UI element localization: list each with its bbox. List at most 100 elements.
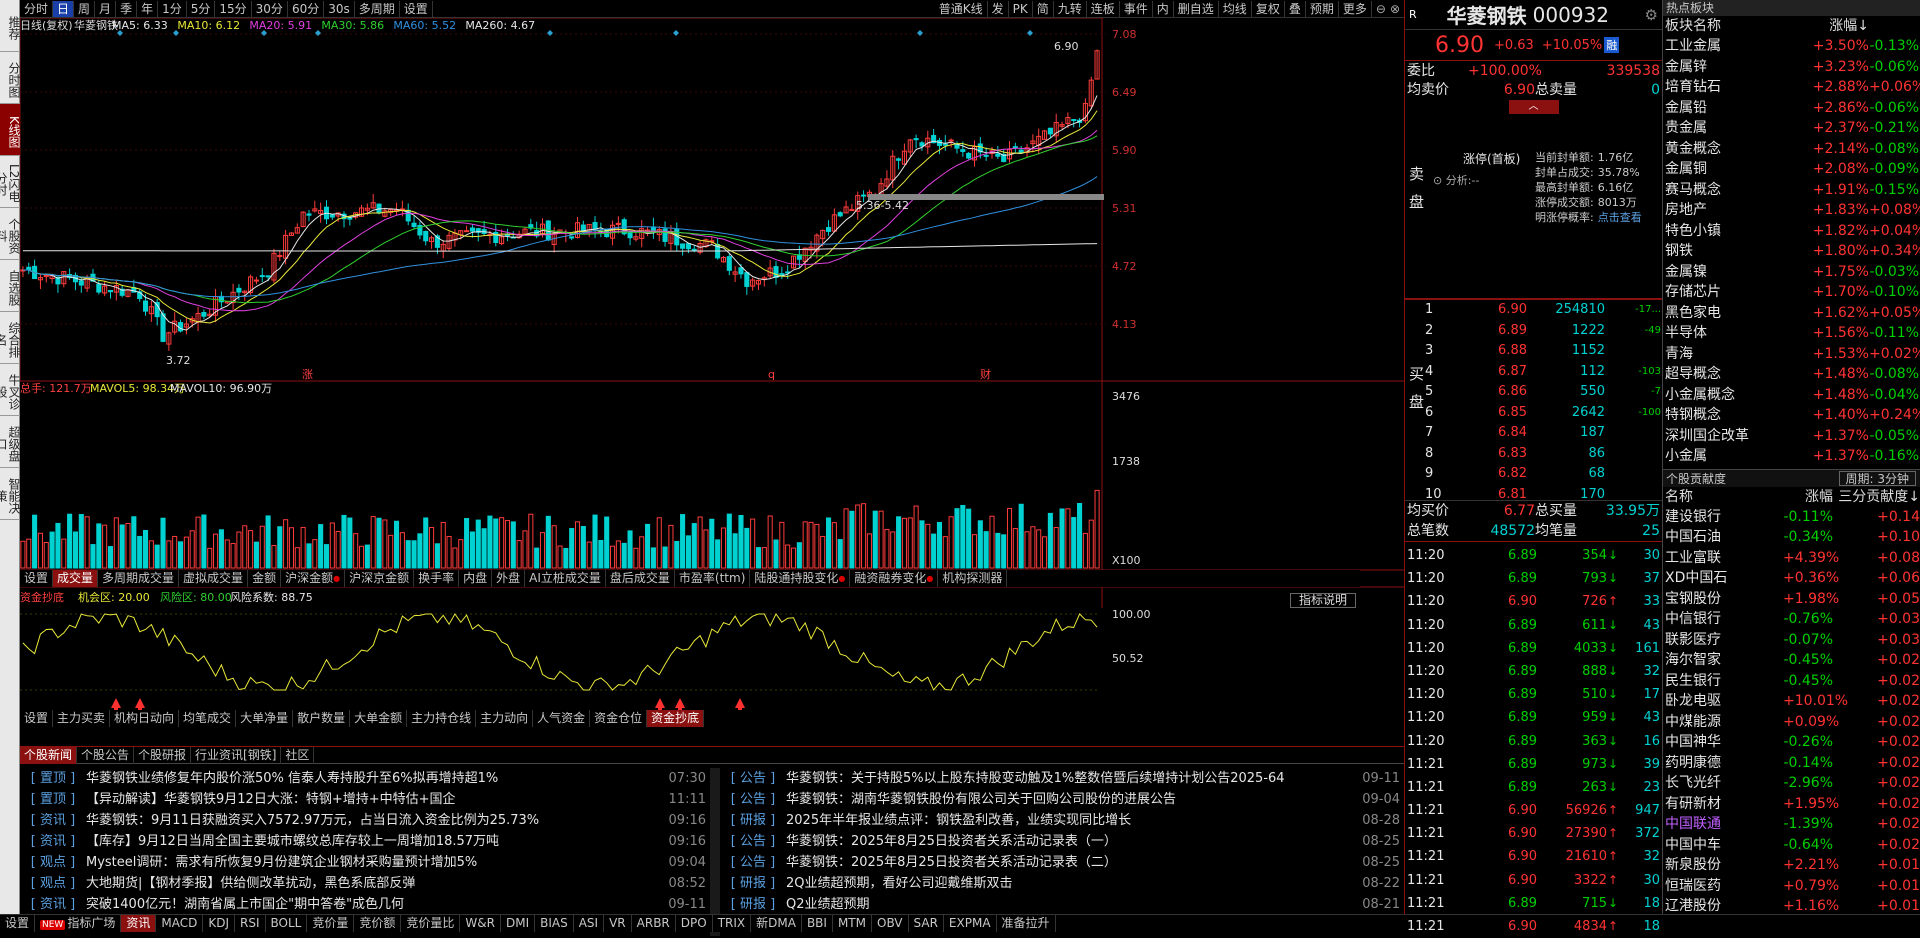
news-item[interactable]: [ 观点 ] Mysteel调研：需求有所恢复9月份建筑企业钢材采购量预计增加5%… — [20, 852, 710, 873]
vol-tab-4[interactable]: 金额 — [248, 570, 282, 587]
minimize-icon[interactable]: ⊖ — [1376, 2, 1386, 16]
hot-sector-row[interactable]: 超导概念 +1.48% -0.08% — [1663, 364, 1920, 385]
period-13[interactable]: 设置 — [400, 0, 433, 17]
bottom-tab-7[interactable]: 竞价量 — [307, 915, 355, 932]
contrib-row[interactable]: 建设银行 -0.11% +0.14 — [1663, 507, 1920, 528]
news-title[interactable]: 【异动解读】华菱钢铁9月12日大涨：特钢+增持+中特估+国企 — [86, 789, 658, 810]
news-title[interactable]: 华菱钢铁：2025年8月25日投资者关系活动记录表（一） — [786, 831, 1352, 852]
bid-row[interactable]: 9 6.82 68 — [1425, 464, 1661, 485]
bottom-tab-4[interactable]: KDJ — [203, 915, 236, 932]
leftbar-item-8[interactable]: 超级盘口 — [0, 416, 21, 468]
news-item[interactable]: [ 资讯 ] 【库存】9月12日当周全国主要城市螺纹总库存较上一周增加18.57万… — [20, 831, 710, 852]
period-5[interactable]: 年 — [137, 0, 159, 17]
chevron-up-icon[interactable]: ︿ — [1508, 100, 1559, 114]
bottom-tab-20[interactable]: MTM — [833, 915, 872, 932]
leftbar-item-7[interactable]: 牛叉诊股 — [0, 364, 21, 416]
bid-row[interactable]: 10 6.81 170 — [1425, 485, 1661, 506]
news-title[interactable]: Q2业绩超预期 — [786, 894, 1352, 915]
hot-sector-row[interactable]: 特色小镇 +1.82% +0.04% — [1663, 221, 1920, 242]
fund-tab-10[interactable]: 资金仓位 — [590, 710, 648, 727]
news-tab-2[interactable]: 个股研报 — [134, 747, 192, 764]
contrib-row[interactable]: 长飞光纤 -2.96% +0.02 — [1663, 773, 1920, 794]
chart-tool-8[interactable]: 删自选 — [1174, 0, 1219, 17]
vol-tab-6[interactable]: 沪深京金额 — [345, 570, 415, 587]
indicator-help-button[interactable]: 指标说明 — [1290, 593, 1356, 608]
bid-row[interactable]: 1 6.90 254810 -17... — [1425, 300, 1661, 321]
close-icon[interactable]: ⊗ — [1390, 2, 1400, 16]
bid-row[interactable]: 4 6.87 112 -103 — [1425, 362, 1661, 383]
news-item[interactable]: [ 置顶 ] 华菱钢铁业绩修复年内股价涨50% 信泰人寿持股升至6%拟再增持超1%… — [20, 768, 710, 789]
bid-row[interactable]: 3 6.88 1152 — [1425, 341, 1661, 362]
bottom-tab-15[interactable]: ARBR — [632, 915, 676, 932]
hot-sector-row[interactable]: 存储芯片 +1.70% -0.10% — [1663, 282, 1920, 303]
period-9[interactable]: 30分 — [252, 0, 288, 17]
vol-tab-5[interactable]: 沪深金额● — [281, 570, 346, 587]
chart-tool-13[interactable]: 更多 — [1339, 0, 1372, 17]
hot-sector-row[interactable]: 深圳国企改革 +1.37% -0.05% — [1663, 426, 1920, 447]
news-scrollbar[interactable] — [710, 768, 720, 936]
leftbar-item-2[interactable]: K线图 — [0, 104, 21, 156]
news-item[interactable]: [ 公告 ] 华菱钢铁：关于持股5%以上股东持股变动触及1%整数倍暨后续增持计划公… — [720, 768, 1404, 789]
leftbar-item-3[interactable]: L2闪电分时 — [0, 156, 21, 208]
bottom-tab-10[interactable]: W&R — [460, 915, 501, 932]
period-3[interactable]: 月 — [95, 0, 117, 17]
bottom-tab-23[interactable]: EXPMA — [944, 915, 997, 932]
vol-tab-13[interactable]: 陆股通持股变化● — [750, 570, 851, 587]
chart-tool-7[interactable]: 内 — [1153, 0, 1174, 17]
contrib-row[interactable]: 联影医疗 -0.07% +0.03 — [1663, 630, 1920, 651]
news-title[interactable]: 大地期货|【钢材季报】供给侧改革扰动，黑色系底部反弹 — [86, 873, 658, 894]
hot-sector-row[interactable]: 小金属 +1.37% -0.16% — [1663, 446, 1920, 467]
period-6[interactable]: 1分 — [158, 0, 187, 17]
bottom-tab-13[interactable]: ASI — [574, 915, 605, 932]
news-item[interactable]: [ 资讯 ] 突破1400亿元！湖南省属上市国企"期中答卷"成色几何 09-11 — [20, 894, 710, 915]
leftbar-item-5[interactable]: 自选股 — [0, 260, 21, 312]
chart-tool-9[interactable]: 均线 — [1219, 0, 1252, 17]
contrib-title[interactable]: 个股贡献度 — [1663, 470, 1835, 487]
contrib-row[interactable]: 辽港股份 +1.16% +0.01 — [1663, 896, 1920, 917]
bottom-tab-2[interactable]: 资讯 — [121, 915, 157, 932]
bottom-tab-5[interactable]: RSI — [235, 915, 266, 932]
chart-tool-11[interactable]: 叠 — [1285, 0, 1306, 17]
hot-sector-row[interactable]: 特钢概念 +1.40% +0.24% — [1663, 405, 1920, 426]
bid-row[interactable]: 5 6.86 550 -7 — [1425, 382, 1661, 403]
news-title[interactable]: 2025年半年报业绩点评：钢铁盈利改善，业绩实现同比增长 — [786, 810, 1352, 831]
kline-chart[interactable]: 日线(复权) 华菱钢铁MA5: 6.33 MA10: 6.12 MA20: 5.91 M… — [19, 17, 1404, 742]
news-item[interactable]: [ 观点 ] 大地期货|【钢材季报】供给侧改革扰动，黑色系底部反弹 08:52 — [20, 873, 710, 894]
hot-sector-row[interactable]: 贵金属 +2.37% -0.21% — [1663, 118, 1920, 139]
hot-sector-row[interactable]: 培育钻石 +2.88% +0.06% — [1663, 77, 1920, 98]
fund-tab-8[interactable]: 主力动向 — [476, 710, 534, 727]
fund-tab-9[interactable]: 人气资金 — [533, 710, 591, 727]
news-item[interactable]: [ 置顶 ] 【异动解读】华菱钢铁9月12日大涨：特钢+增持+中特估+国企 11:1… — [20, 789, 710, 810]
leftbar-item-6[interactable]: 综合排名 — [0, 312, 21, 364]
fund-tab-2[interactable]: 机构日动向 — [110, 710, 180, 727]
vol-tab-3[interactable]: 虚拟成交量 — [179, 570, 249, 587]
vol-tab-9[interactable]: 外盘 — [492, 570, 526, 587]
hot-sector-row[interactable]: 赛马概念 +1.91% -0.15% — [1663, 180, 1920, 201]
period-11[interactable]: 30s — [324, 0, 355, 17]
leftbar-item-9[interactable]: 智能决策 — [0, 468, 21, 520]
bid-row[interactable]: 6 6.85 2642 -100 — [1425, 403, 1661, 424]
news-title[interactable]: 华菱钢铁：2025年8月25日投资者关系活动记录表（二） — [786, 852, 1352, 873]
contrib-row[interactable]: 中煤能源 +0.09% +0.02 — [1663, 712, 1920, 733]
hot-sector-row[interactable]: 青海 +1.53% +0.02% — [1663, 344, 1920, 365]
contrib-row[interactable]: 民生银行 -0.45% +0.02 — [1663, 671, 1920, 692]
chart-tool-0[interactable]: 普通K线 — [935, 0, 988, 17]
fund-tab-3[interactable]: 均笔成交 — [179, 710, 237, 727]
contrib-row[interactable]: 中国石油 -0.34% +0.10 — [1663, 527, 1920, 548]
fund-tab-11[interactable]: 资金抄底 — [647, 710, 705, 727]
news-item[interactable]: [ 研报 ] Q2业绩超预期 08-21 — [720, 894, 1404, 915]
contrib-row[interactable]: 中信银行 -0.76% +0.03 — [1663, 609, 1920, 630]
fund-tab-4[interactable]: 大单净量 — [236, 710, 294, 727]
bottom-tab-11[interactable]: DMI — [501, 915, 536, 932]
hot-sector-row[interactable]: 钢铁 +1.80% +0.34% — [1663, 241, 1920, 262]
leftbar-item-1[interactable]: 分时图 — [0, 52, 21, 104]
contrib-row[interactable]: 海尔智家 -0.45% +0.02 — [1663, 650, 1920, 671]
leftbar-item-0[interactable]: 推荐 — [0, 0, 21, 52]
news-item[interactable]: [ 研报 ] 2Q业绩超预期，看好公司迎戴维斯双击 08-22 — [720, 873, 1404, 894]
contrib-header-pct[interactable]: 涨幅 — [1783, 487, 1833, 507]
hot-sector-row[interactable]: 金属铅 +2.86% -0.06% — [1663, 98, 1920, 119]
bottom-tab-19[interactable]: BBI — [802, 915, 833, 932]
news-title[interactable]: 华菱钢铁：9月11日获融资买入7572.97万元，占当日流入资金比例为25.73… — [86, 810, 658, 831]
news-title[interactable]: 【库存】9月12日当周全国主要城市螺纹总库存较上一周增加18.57万吨 — [86, 831, 658, 852]
hot-sector-row[interactable]: 黄金概念 +2.14% -0.08% — [1663, 139, 1920, 160]
